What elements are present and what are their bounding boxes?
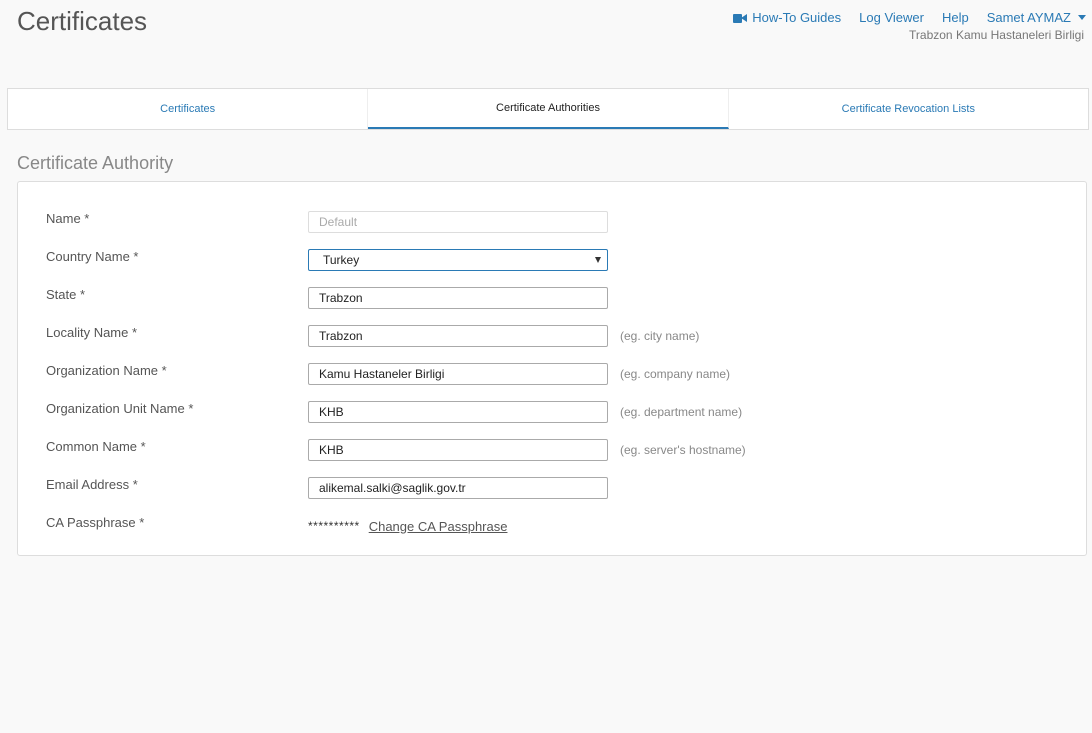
organization-name: Trabzon Kamu Hastaneleri Birligi [909, 28, 1084, 42]
common-name-row: Common Name * KHB (eg. server's hostname… [46, 438, 946, 462]
organization-hint: (eg. company name) [620, 367, 731, 381]
log-viewer-link[interactable]: Log Viewer [859, 10, 924, 25]
video-camera-icon [733, 13, 748, 23]
locality-label: Locality Name * [46, 324, 138, 340]
state-row: State * Trabzon [46, 286, 946, 310]
section-title: Certificate Authority [17, 153, 174, 173]
tab-certificate-revocation-lists[interactable]: Certificate Revocation Lists [729, 89, 1088, 129]
user-name: Samet AYMAZ [986, 10, 1071, 25]
org-unit-row: Organization Unit Name * KHB (eg. depart… [46, 400, 946, 424]
org-unit-label: Organization Unit Name * [46, 400, 194, 416]
name-label: Name * [46, 210, 90, 226]
email-label: Email Address * [46, 476, 138, 492]
common-name-label: Common Name * [46, 438, 146, 454]
locality-field[interactable]: Trabzon [308, 325, 608, 347]
state-field[interactable]: Trabzon [308, 287, 608, 309]
user-menu[interactable]: Samet AYMAZ [987, 10, 1086, 25]
passphrase-masked: ********** [308, 519, 360, 533]
organization-field[interactable]: Kamu Hastaneler Birligi [308, 363, 608, 385]
country-label: Country Name * [46, 248, 139, 264]
locality-row: Locality Name * Trabzon (eg. city name) [46, 324, 946, 348]
country-value: Turkey [323, 253, 360, 267]
help-link[interactable]: Help [942, 10, 969, 25]
common-name-field[interactable]: KHB [308, 439, 608, 461]
name-field: Default [308, 211, 608, 233]
common-name-hint: (eg. server's hostname) [620, 443, 746, 457]
tab-certificate-authorities[interactable]: Certificate Authorities [368, 89, 729, 129]
passphrase-label: CA Passphrase * [46, 514, 145, 530]
top-nav: How-To Guides Log Viewer Help Samet AYMA… [733, 10, 1086, 25]
organization-row: Organization Name * Kamu Hastaneler Birl… [46, 362, 946, 386]
country-select[interactable]: Turkey [308, 249, 608, 271]
email-row: Email Address * alikemal.salki@saglik.go… [46, 476, 946, 500]
passphrase-row: CA Passphrase * ********** Change CA Pas… [46, 514, 946, 538]
email-field[interactable]: alikemal.salki@saglik.gov.tr [308, 477, 608, 499]
howto-guides-link[interactable]: How-To Guides [733, 10, 841, 25]
tab-bar: Certificates Certificate Authorities Cer… [7, 88, 1089, 130]
ca-form-panel: Name * Default Country Name * Turkey Sta… [17, 181, 1087, 556]
howto-guides-label: How-To Guides [752, 10, 842, 25]
dropdown-arrow-icon [595, 257, 601, 263]
tab-certificates[interactable]: Certificates [8, 89, 369, 129]
country-row: Country Name * Turkey [46, 248, 946, 272]
caret-down-icon [1078, 15, 1086, 20]
change-passphrase-link[interactable]: Change CA Passphrase [369, 519, 508, 534]
state-label: State * [46, 286, 86, 302]
org-unit-field[interactable]: KHB [308, 401, 608, 423]
organization-label: Organization Name * [46, 362, 167, 378]
name-row: Name * Default [46, 210, 946, 234]
page-title: Certificates [17, 6, 148, 36]
locality-hint: (eg. city name) [620, 329, 700, 343]
org-unit-hint: (eg. department name) [620, 405, 743, 419]
